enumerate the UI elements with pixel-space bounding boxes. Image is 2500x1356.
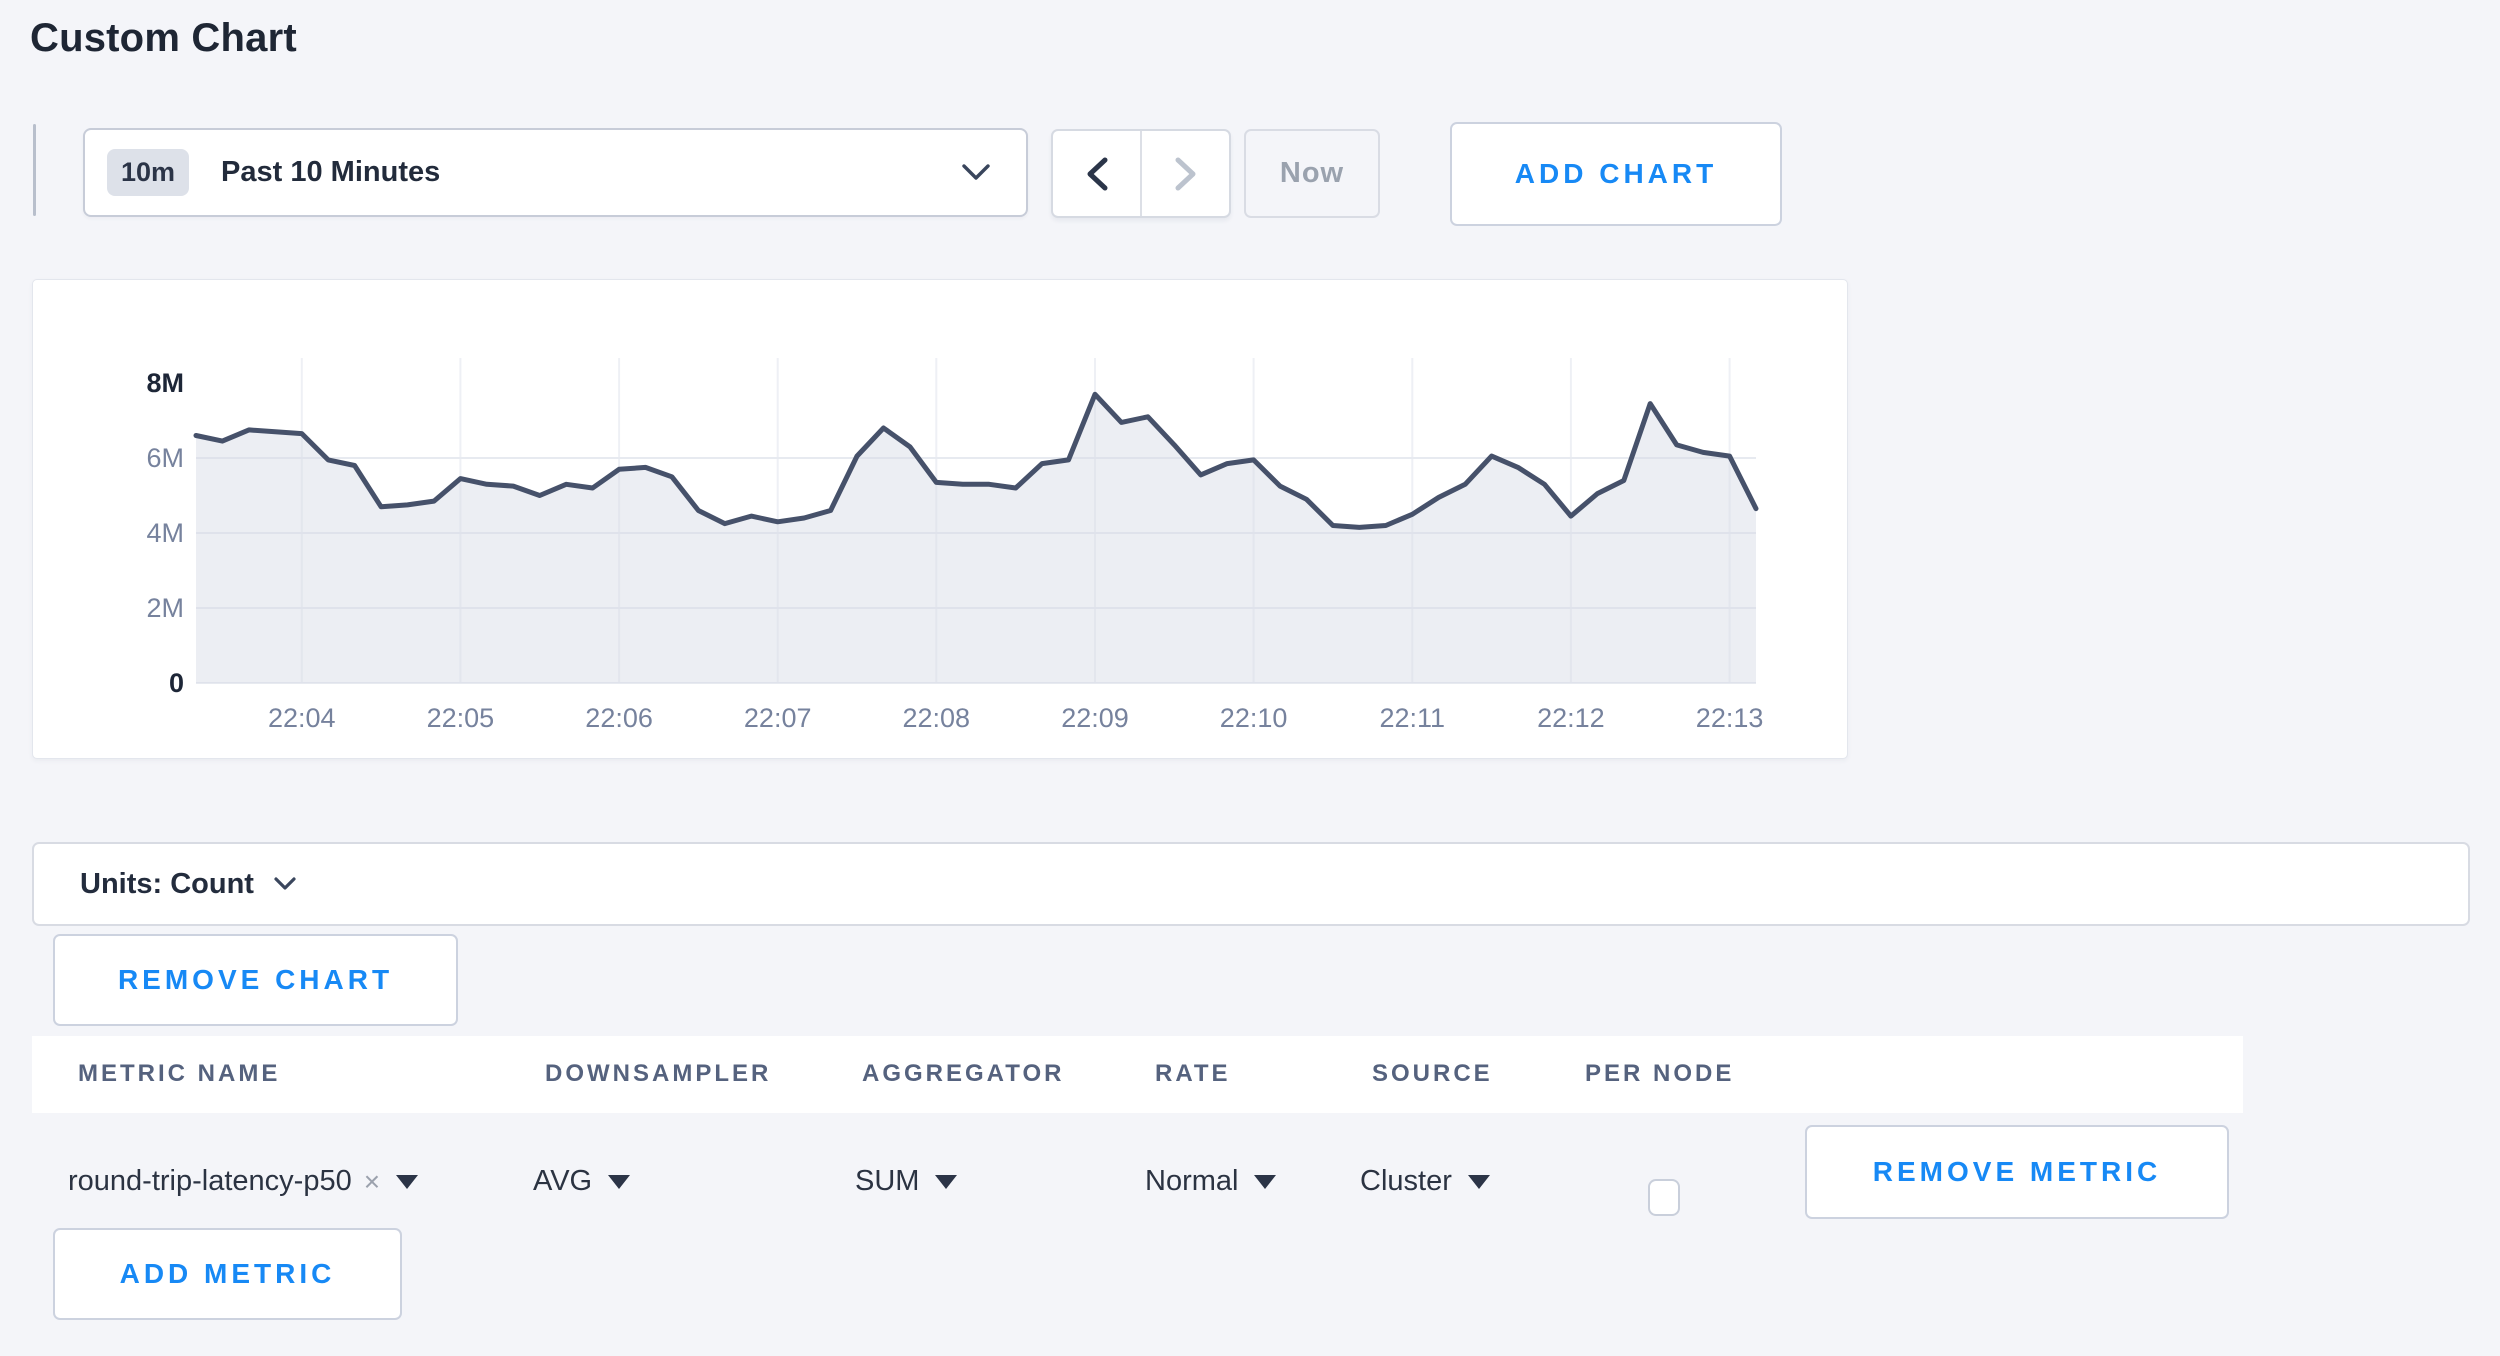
rate-value: Normal: [1145, 1165, 1238, 1198]
next-time-button[interactable]: [1140, 131, 1229, 216]
caret-down-icon: [396, 1175, 418, 1189]
per-node-checkbox[interactable]: [1648, 1179, 1680, 1216]
add-metric-button[interactable]: ADD METRIC: [53, 1228, 402, 1320]
downsampler-value: AVG: [533, 1165, 592, 1198]
header-rate: RATE: [1155, 1060, 1231, 1088]
x-tick-label: 22:13: [1696, 703, 1764, 733]
custom-chart-page: Custom Chart 10m Past 10 Minutes Now ADD…: [0, 0, 2500, 1356]
y-tick-label: 2M: [146, 593, 184, 623]
chevron-down-icon: [962, 164, 990, 181]
downsampler-select[interactable]: AVG: [533, 1165, 630, 1198]
aggregator-select[interactable]: SUM: [855, 1165, 957, 1198]
x-tick-label: 22:12: [1537, 703, 1605, 733]
y-tick-label: 8M: [146, 368, 184, 398]
series-area: [196, 394, 1756, 683]
x-tick-label: 22:08: [903, 703, 971, 733]
clear-metric-icon[interactable]: ×: [364, 1166, 380, 1198]
x-tick-label: 22:05: [427, 703, 495, 733]
y-tick-label: 6M: [146, 443, 184, 473]
add-chart-button[interactable]: ADD CHART: [1450, 122, 1782, 226]
units-dropdown[interactable]: Units: Count: [32, 842, 2470, 926]
aggregator-value: SUM: [855, 1165, 919, 1198]
time-window-dropdown[interactable]: 10m Past 10 Minutes: [83, 128, 1028, 217]
header-source: SOURCE: [1372, 1060, 1493, 1088]
chevron-left-icon: [1086, 157, 1108, 191]
x-tick-label: 22:06: [585, 703, 653, 733]
caret-down-icon: [1468, 1175, 1490, 1189]
x-tick-label: 22:07: [744, 703, 812, 733]
x-tick-label: 22:09: [1061, 703, 1129, 733]
header-aggregator: AGGREGATOR: [862, 1060, 1064, 1088]
prev-time-button[interactable]: [1053, 131, 1140, 216]
caret-down-icon: [935, 1175, 957, 1189]
chart-card: 0 2M 4M 6M 8M 22:04 22:05 22:06 22:07 22:08 22:09 2…: [32, 279, 1848, 759]
metrics-table-header: METRIC NAME DOWNSAMPLER AGGREGATOR RATE …: [32, 1036, 2243, 1113]
caret-down-icon: [1254, 1175, 1276, 1189]
toolbar-divider: [33, 124, 36, 216]
header-metric-name: METRIC NAME: [78, 1060, 280, 1088]
now-button[interactable]: Now: [1244, 129, 1380, 218]
rate-select[interactable]: Normal: [1145, 1165, 1276, 1198]
x-tick-label: 22:04: [268, 703, 336, 733]
metric-name-select[interactable]: round-trip-latency-p50 ×: [68, 1165, 418, 1198]
remove-metric-button[interactable]: REMOVE METRIC: [1805, 1125, 2229, 1219]
chevron-down-icon: [274, 877, 296, 891]
chevron-right-icon: [1175, 157, 1197, 191]
caret-down-icon: [608, 1175, 630, 1189]
y-tick-label: 0: [169, 668, 184, 698]
time-nav-group: [1051, 129, 1231, 218]
header-downsampler: DOWNSAMPLER: [545, 1060, 771, 1088]
time-window-label: Past 10 Minutes: [221, 156, 440, 189]
time-window-badge: 10m: [107, 149, 189, 196]
units-label: Units: Count: [80, 868, 254, 901]
source-select[interactable]: Cluster: [1360, 1165, 1490, 1198]
x-tick-label: 22:11: [1380, 703, 1446, 733]
remove-chart-button[interactable]: REMOVE CHART: [53, 934, 458, 1026]
timeseries-chart: 0 2M 4M 6M 8M 22:04 22:05 22:06 22:07 22:08 22:09 2…: [33, 280, 1847, 756]
y-tick-label: 4M: [146, 518, 184, 548]
x-tick-label: 22:10: [1220, 703, 1288, 733]
metric-name-value: round-trip-latency-p50: [68, 1165, 352, 1198]
header-per-node: PER NODE: [1585, 1060, 1734, 1088]
custom-chart-svg: 0 2M 4M 6M 8M 22:04 22:05 22:06 22:07 22:08 22:09 2…: [33, 280, 1845, 756]
source-value: Cluster: [1360, 1165, 1452, 1198]
page-title: Custom Chart: [30, 16, 297, 61]
